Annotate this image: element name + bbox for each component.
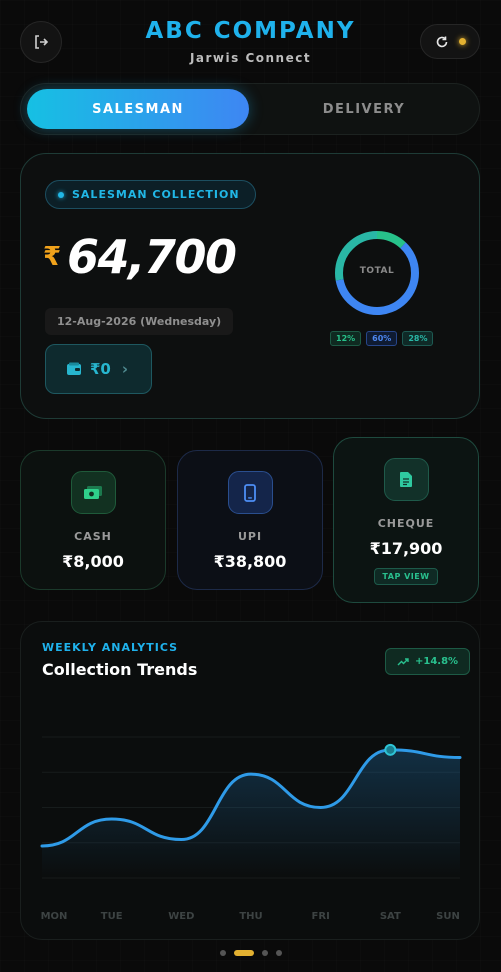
wallet-amount: ₹0 [90, 360, 111, 378]
share-badge: 28% [402, 331, 434, 346]
share-badge: 12% [330, 331, 362, 346]
tab-bar: SALESMAN DELIVERY [20, 83, 480, 135]
wallet-icon [67, 362, 81, 375]
upi-card[interactable]: UPI ₹38,800 [177, 450, 323, 590]
x-tick-label: MON [41, 911, 68, 922]
x-tick-label: WED [168, 911, 194, 922]
trend-value: +14.8% [415, 656, 459, 667]
collection-chip: SALESMAN COLLECTION [45, 180, 256, 209]
trend-area [42, 749, 460, 878]
total-amount: 64,700 [67, 230, 237, 284]
cash-label: CASH [74, 530, 112, 543]
page-dot-active[interactable] [233, 950, 254, 956]
cash-card[interactable]: CASH ₹8,000 [20, 450, 166, 590]
cheque-label: CHEQUE [377, 517, 435, 530]
tap-view-button[interactable]: TAP VIEW [374, 568, 438, 585]
document-icon [383, 458, 429, 501]
cheque-value: ₹17,900 [369, 539, 443, 558]
upi-value: ₹38,800 [213, 552, 287, 571]
collection-date: 12-Aug-2026 (Wednesday) [45, 308, 234, 335]
page-dot[interactable] [219, 950, 226, 956]
x-tick-label: FRI [312, 911, 330, 922]
x-tick-label: TUE [101, 911, 123, 922]
x-tick-label: SUN [436, 911, 460, 922]
phone-icon [227, 471, 273, 514]
upi-label: UPI [237, 530, 263, 543]
collection-card: SALESMAN COLLECTION ₹ 64,700 12-Aug-2026… [20, 153, 480, 419]
donut-label: TOTAL [359, 266, 395, 276]
cheque-card[interactable]: CHEQUE ₹17,900 TAP VIEW [333, 437, 479, 603]
chevron-right-icon: › [121, 360, 129, 378]
share-badges: 12% 60% 28% [330, 331, 434, 346]
currency-symbol: ₹ [43, 242, 62, 272]
page-indicator [0, 950, 501, 956]
highlight-point[interactable] [384, 743, 397, 756]
page-dot[interactable] [261, 950, 268, 956]
chip-dot [58, 191, 64, 198]
x-tick-label: SAT [380, 911, 401, 922]
cash-value: ₹8,000 [62, 552, 124, 571]
refresh-button[interactable] [420, 24, 480, 59]
status-indicator [458, 38, 466, 45]
analytics-card: MON TUE WED THU FRI SAT SUN WEEKLY ANALYTICS C… [20, 621, 480, 940]
refresh-icon [436, 36, 447, 47]
page-dot[interactable] [275, 950, 282, 956]
trending-up-icon [397, 657, 409, 665]
tab-delivery[interactable]: DELIVERY [253, 89, 475, 129]
collection-chip-label: SALESMAN COLLECTION [72, 188, 240, 201]
analytics-kicker: WEEKLY ANALYTICS [42, 641, 179, 654]
trend-badge: +14.8% [385, 648, 471, 675]
x-tick-label: THU [239, 911, 262, 922]
cash-icon [70, 471, 116, 514]
share-badge: 60% [366, 331, 398, 346]
tab-salesman[interactable]: SALESMAN [27, 89, 249, 129]
analytics-title: Collection Trends [42, 660, 198, 679]
wallet-button[interactable]: ₹0 › [45, 344, 152, 394]
